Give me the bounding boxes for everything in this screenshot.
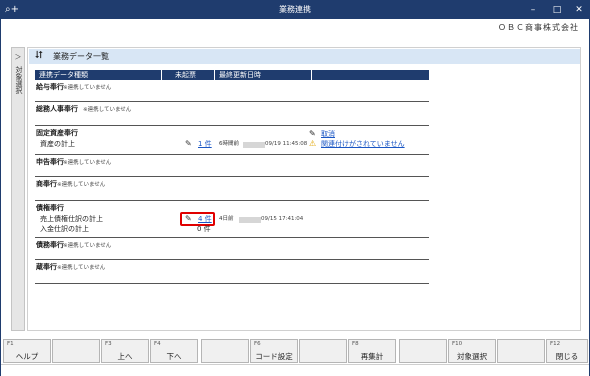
col-header-unposted: 未起票	[175, 71, 196, 79]
f5-blank-button[interactable]	[201, 339, 249, 363]
f1-help-button[interactable]: F1 ヘルプ	[3, 339, 51, 363]
f10-target-select-button[interactable]: F10 対象選択	[448, 339, 496, 363]
f6-code-settings-button[interactable]: F6 コード設定	[250, 339, 298, 363]
group-name: 総務人事奉行	[36, 105, 78, 113]
group-name: 債権奉行	[36, 204, 64, 212]
group-note: ※連携していません	[83, 107, 132, 113]
section-title: 業務データ一覧	[53, 52, 109, 61]
minimize-button[interactable]: –	[526, 3, 540, 17]
document-edit-icon: ✎	[185, 139, 192, 148]
status-strip	[1, 364, 589, 376]
table-header: 連携データ種類 未起票 最終更新日時	[35, 70, 429, 80]
section-header: ⮃ 業務データ一覧	[29, 49, 580, 64]
f4-down-button[interactable]: F4 下へ	[150, 339, 198, 363]
app-window: ⌕+ 業務連携 – □ ✕ ＯＢＣ商事株式会社 ＞ 対象選択 ⮃ 業務データ一覧…	[0, 0, 590, 376]
group-salary: 給与奉行 ※連携していません	[35, 80, 429, 102]
row-label: 売上債権仕訳の計上	[40, 215, 103, 223]
group-name: 給与奉行	[36, 83, 64, 91]
f7-blank-button[interactable]	[299, 339, 347, 363]
group-note: ※連携していません	[57, 265, 106, 271]
group-name: 申告奉行	[36, 158, 64, 166]
group-fixed-assets: 固定資産奉行 資産の計上 ✎ 1 件 6時間前 09/19 11:45:08 ✎…	[35, 126, 429, 155]
group-hr: 総務人事奉行 ※連携していません	[35, 102, 429, 126]
row-label: 入金仕訳の計上	[40, 225, 89, 233]
unposted-count[interactable]: 1 件	[198, 139, 212, 149]
time-bar	[239, 217, 261, 223]
main-content: ⮃ 業務データ一覧 連携データ種類 未起票 最終更新日時 給与奉行 ※連携してい…	[27, 47, 581, 331]
title-bar: ⌕+ 業務連携 – □ ✕	[1, 1, 589, 19]
group-note: ※連携していません	[63, 85, 112, 91]
unlinked-warning-link[interactable]: 関連付けがされていません	[321, 139, 405, 149]
update-stamp: 09/19 11:45:08	[265, 141, 308, 147]
target-select-tab[interactable]: ＞ 対象選択	[11, 47, 25, 331]
side-tab-label: 対象選択	[15, 66, 23, 94]
group-name: 固定資産奉行	[36, 129, 78, 137]
warning-icon: ⚠	[309, 139, 317, 148]
f12-close-button[interactable]: F12 閉じる	[546, 339, 588, 363]
col-header-type: 連携データ種類	[39, 71, 88, 79]
relative-time: 6時間前	[219, 141, 239, 147]
cancel-link[interactable]: 取消	[321, 129, 335, 139]
group-name: 商奉行	[36, 180, 57, 188]
row-label: 資産の計上	[40, 140, 75, 148]
group-payables: 債務奉行 ※連携していません	[35, 238, 429, 260]
close-button[interactable]: ✕	[572, 3, 586, 17]
chevron-right-icon: ＞	[14, 53, 22, 61]
window-title: 業務連携	[279, 5, 311, 14]
f9-blank-button[interactable]	[399, 339, 447, 363]
relative-time: 4日前	[219, 216, 234, 222]
f3-up-button[interactable]: F3 上へ	[101, 339, 149, 363]
group-sales: 商奉行 ※連携していません	[35, 177, 429, 201]
f8-recalc-button[interactable]: F8 再集計	[348, 339, 396, 363]
group-note: ※連携していません	[63, 160, 112, 166]
group-inventory: 蔵奉行 ※連携していません	[35, 260, 429, 284]
group-name: 債務奉行	[36, 241, 64, 249]
link-data-table: 連携データ種類 未起票 最終更新日時 給与奉行 ※連携していません 総務人事奉行…	[35, 70, 429, 302]
company-name: ＯＢＣ商事株式会社	[498, 23, 579, 32]
maximize-button[interactable]: □	[550, 3, 564, 17]
group-tax-filing: 申告奉行 ※連携していません	[35, 155, 429, 177]
col-header-updated: 最終更新日時	[219, 71, 261, 79]
unposted-count: 0 件	[197, 225, 211, 233]
group-receivables: 債権奉行 売上債権仕訳の計上 ✎ 4 件 4日前 09/15 17:41:04 …	[35, 201, 429, 238]
time-bar	[243, 142, 265, 148]
group-note: ※連携していません	[57, 182, 106, 188]
f11-blank-button[interactable]	[497, 339, 545, 363]
f2-blank-button[interactable]	[52, 339, 100, 363]
group-note: ※連携していません	[63, 243, 112, 249]
group-name: 蔵奉行	[36, 263, 57, 271]
update-stamp: 09/15 17:41:04	[261, 216, 304, 222]
refresh-icon[interactable]: ⮃	[35, 50, 43, 62]
function-key-bar: F1 ヘルプ F3 上へ F4 下へ F6 コード設定 F8 再集計 F10 対象選択 F1…	[1, 339, 589, 363]
document-edit-icon: ✎	[309, 129, 316, 138]
